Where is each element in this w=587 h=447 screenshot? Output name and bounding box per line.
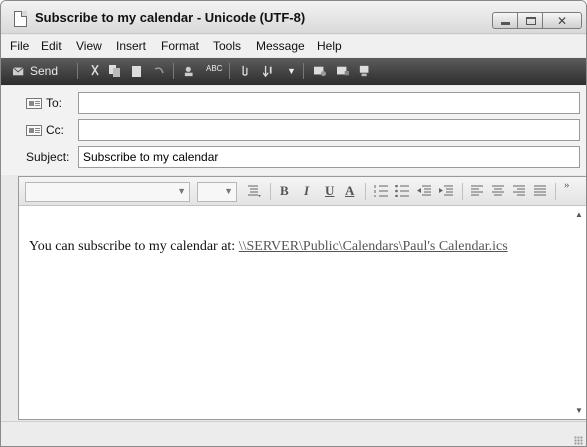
- cut-icon[interactable]: [89, 65, 101, 77]
- sign-icon[interactable]: [314, 65, 326, 77]
- priority-dropdown-icon[interactable]: ▼: [287, 62, 296, 80]
- copy-icon[interactable]: [109, 65, 121, 77]
- toolbar-separator: [229, 63, 230, 79]
- to-button[interactable]: To:: [1, 92, 76, 114]
- menu-help[interactable]: Help: [317, 39, 342, 53]
- menu-bar: File Edit View Insert Format Tools Messa…: [1, 35, 586, 57]
- priority-icon[interactable]: [263, 65, 275, 77]
- font-name-select[interactable]: ▼: [25, 182, 190, 202]
- cc-button[interactable]: Cc:: [1, 119, 76, 141]
- menu-view[interactable]: View: [76, 39, 102, 53]
- window-title: Subscribe to my calendar - Unicode (UTF-…: [35, 10, 306, 25]
- paragraph-style-icon[interactable]: [248, 185, 262, 198]
- subject-field[interactable]: Subscribe to my calendar: [78, 146, 580, 168]
- scroll-up-icon[interactable]: ▲: [575, 210, 583, 219]
- close-button[interactable]: ✕: [542, 12, 582, 29]
- main-toolbar: Send ABC ▼: [1, 58, 586, 85]
- message-body[interactable]: You can subscribe to my calendar at: \\S…: [29, 239, 508, 255]
- send-button[interactable]: Send: [11, 62, 67, 81]
- resize-grip-icon[interactable]: [574, 436, 583, 445]
- underline-button[interactable]: U: [325, 183, 334, 199]
- menu-edit[interactable]: Edit: [41, 39, 62, 53]
- vertical-scrollbar[interactable]: ▲ ▼: [573, 206, 586, 419]
- toolbar-separator: [173, 63, 174, 79]
- menu-tools[interactable]: Tools: [213, 39, 241, 53]
- undo-icon[interactable]: [153, 65, 165, 77]
- toolbar-separator: [303, 63, 304, 79]
- more-tools-button[interactable]: »: [564, 179, 570, 191]
- maximize-button[interactable]: [517, 12, 543, 29]
- attach-icon[interactable]: [239, 65, 251, 77]
- chevron-down-icon: ▼: [224, 186, 233, 196]
- calendar-link[interactable]: \\SERVER\Public\Calendars\Paul's Calenda…: [239, 239, 508, 254]
- address-card-icon: [26, 98, 42, 109]
- encrypt-icon[interactable]: [337, 65, 349, 77]
- subject-label: Subject:: [26, 150, 70, 164]
- check-names-icon[interactable]: [184, 65, 196, 77]
- minimize-icon: [501, 22, 510, 25]
- scroll-down-icon[interactable]: ▼: [575, 406, 583, 415]
- justify-icon[interactable]: [534, 185, 546, 197]
- to-label: To:: [46, 96, 63, 110]
- increase-indent-icon[interactable]: [439, 185, 453, 197]
- title-bar: Subscribe to my calendar - Unicode (UTF-…: [1, 1, 586, 34]
- spelling-icon[interactable]: ABC: [206, 60, 222, 78]
- address-header: To: Cc: Subject: Subscribe to my calenda…: [1, 86, 586, 175]
- menu-file[interactable]: File: [10, 39, 29, 53]
- body-text: You can subscribe to my calendar at:: [29, 239, 236, 254]
- align-center-icon[interactable]: [492, 185, 504, 197]
- paste-icon[interactable]: [131, 65, 143, 77]
- numbered-list-icon[interactable]: [374, 185, 388, 197]
- italic-button[interactable]: I: [304, 183, 309, 199]
- offline-icon[interactable]: [359, 65, 371, 77]
- menu-insert[interactable]: Insert: [116, 39, 146, 53]
- send-icon: [13, 67, 24, 76]
- cc-label: Cc:: [46, 123, 64, 137]
- format-separator: [462, 183, 463, 200]
- format-separator: [365, 183, 366, 200]
- bulleted-list-icon[interactable]: [395, 185, 409, 197]
- font-color-button[interactable]: A: [345, 183, 354, 199]
- decrease-indent-icon[interactable]: [417, 185, 431, 197]
- font-size-select[interactable]: ▼: [197, 182, 237, 202]
- menu-message[interactable]: Message: [256, 39, 305, 53]
- document-icon: [14, 11, 27, 27]
- message-editor: ▼ ▼ B I U A » You can subscribe to my ca…: [18, 176, 586, 420]
- align-right-icon[interactable]: [513, 185, 525, 197]
- align-left-icon[interactable]: [471, 185, 483, 197]
- send-label: Send: [30, 64, 59, 78]
- chevron-down-icon: ▼: [177, 186, 186, 196]
- minimize-button[interactable]: [492, 12, 518, 29]
- formatting-toolbar: ▼ ▼ B I U A »: [19, 177, 586, 206]
- address-card-icon: [26, 125, 42, 136]
- format-separator: [555, 183, 556, 200]
- status-bar: [1, 421, 586, 446]
- to-field[interactable]: [78, 92, 580, 114]
- window-controls: ✕: [492, 12, 582, 29]
- bold-button[interactable]: B: [280, 183, 289, 199]
- cc-field[interactable]: [78, 119, 580, 141]
- message-window: Subscribe to my calendar - Unicode (UTF-…: [0, 0, 587, 447]
- close-icon: ✕: [556, 14, 568, 28]
- toolbar-separator: [77, 63, 78, 79]
- maximize-icon: [526, 17, 536, 25]
- format-separator: [270, 183, 271, 200]
- menu-format[interactable]: Format: [161, 39, 199, 53]
